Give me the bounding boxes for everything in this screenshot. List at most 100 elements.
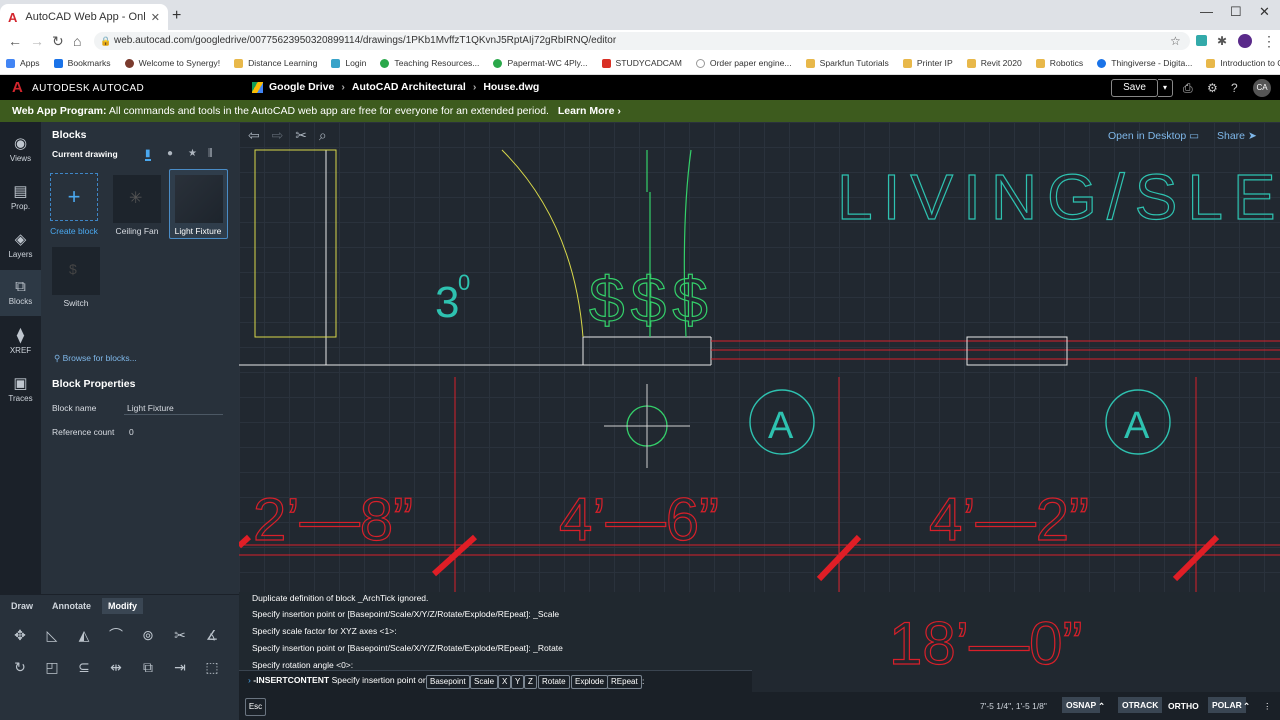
gear-icon[interactable]: ⚙ xyxy=(1207,81,1218,95)
scale-icon[interactable]: ◰ xyxy=(42,657,62,677)
option-explode[interactable]: Explode xyxy=(571,675,608,689)
extension-icon[interactable] xyxy=(1196,35,1207,46)
bookmark-item[interactable]: Printer IP xyxy=(902,58,953,68)
open-in-desktop-button[interactable]: Open in Desktop ▭ xyxy=(1108,130,1199,142)
history-line: Specify insertion point or [Basepoint/Sc… xyxy=(252,643,563,653)
polar-dropdown-icon[interactable]: ⌃ xyxy=(1243,701,1250,712)
option-repeat[interactable]: REpeat xyxy=(607,675,642,689)
home-icon[interactable]: ⌂ xyxy=(73,30,81,52)
block-name-value[interactable]: Light Fixture xyxy=(127,403,174,413)
rail-label: Prop. xyxy=(10,202,31,211)
ceiling-fan-tile[interactable]: ✳ xyxy=(113,175,161,223)
save-button[interactable]: Save xyxy=(1111,79,1158,97)
switch-icon: $ xyxy=(69,261,77,277)
ortho-toggle[interactable]: ORTHO xyxy=(1168,701,1199,711)
fillet-icon[interactable]: ⌒ xyxy=(106,625,126,645)
tab-modify[interactable]: Modify xyxy=(102,598,143,614)
avatar[interactable]: CA xyxy=(1253,79,1271,97)
bookmark-item[interactable]: Introduction to CA... xyxy=(1206,58,1280,68)
osnap-toggle[interactable]: OSNAP xyxy=(1062,697,1101,713)
polar-toggle[interactable]: POLAR xyxy=(1208,697,1246,713)
library-icon[interactable]: ⫼ xyxy=(208,148,213,159)
favorites-icon[interactable]: ★ xyxy=(188,148,197,159)
help-icon[interactable]: ? xyxy=(1231,81,1238,95)
extend-icon[interactable]: ∡ xyxy=(202,625,222,645)
mirror-icon[interactable]: ◭ xyxy=(74,625,94,645)
join-icon[interactable]: ⇹ xyxy=(106,657,126,677)
rail-xref[interactable]: ⧫ XREF xyxy=(0,318,41,364)
profile-avatar[interactable] xyxy=(1238,34,1252,48)
bookmark-item[interactable]: Teaching Resources... xyxy=(380,58,479,68)
option-basepoint[interactable]: Basepoint xyxy=(426,675,470,689)
recent-icon[interactable]: ● xyxy=(167,148,173,159)
bookmark-item[interactable]: Robotics xyxy=(1035,58,1083,68)
bookmark-item[interactable]: Sparkfun Tutorials xyxy=(805,58,889,68)
redo-icon[interactable]: ⇨ xyxy=(272,127,284,143)
break-icon[interactable]: ⇥ xyxy=(170,657,190,677)
option-z[interactable]: Z xyxy=(524,675,537,689)
new-tab-button[interactable]: + xyxy=(172,7,181,25)
switch-tile[interactable]: $ xyxy=(52,247,100,295)
bookmark-item[interactable]: STUDYCADCAM xyxy=(601,58,682,68)
breadcrumb-item[interactable]: Google Drive xyxy=(269,81,334,93)
option-x[interactable]: X xyxy=(498,675,512,689)
bookmark-item[interactable]: Welcome to Synergy! xyxy=(124,58,220,68)
bookmark-item[interactable]: Distance Learning xyxy=(234,58,317,68)
bookmark-item[interactable]: Apps xyxy=(6,58,40,68)
undo-icon[interactable]: ⇦ xyxy=(248,127,260,143)
rotate-icon[interactable]: ↻ xyxy=(10,657,30,677)
bookmark-item[interactable]: Order paper engine... xyxy=(695,58,792,68)
option-scale[interactable]: Scale xyxy=(470,675,499,689)
otrack-toggle[interactable]: OTRACK xyxy=(1118,697,1163,713)
rail-properties[interactable]: ▤ Prop. xyxy=(0,174,41,220)
close-window-icon[interactable]: ✕ xyxy=(1259,4,1270,20)
bookmark-item[interactable]: Papermat-WC 4Ply... xyxy=(493,58,588,68)
maximize-icon[interactable]: ☐ xyxy=(1230,4,1242,20)
rail-traces[interactable]: ▣ Traces xyxy=(0,366,41,412)
stretch-icon[interactable]: ◺ xyxy=(42,625,62,645)
osnap-dropdown-icon[interactable]: ⌃ xyxy=(1098,701,1105,712)
tab-annotate[interactable]: Annotate xyxy=(46,598,97,614)
option-y[interactable]: Y xyxy=(511,675,525,689)
save-dropdown-icon[interactable]: ▾ xyxy=(1158,79,1173,97)
url-input[interactable]: 🔒 web.autocad.com/googledrive/0077562395… xyxy=(94,32,1190,50)
bookmark-item[interactable]: Login xyxy=(331,58,366,68)
forward-icon[interactable]: → xyxy=(30,30,44,52)
rail-layers[interactable]: ◈ Layers xyxy=(0,222,41,268)
bookmark-item[interactable]: Revit 2020 xyxy=(966,58,1022,68)
drawing-canvas[interactable]: LIVING/SLEEPI 3 0 $$$ A A 2’—8” 4’—6” 4’… xyxy=(239,122,1280,592)
share-button[interactable]: Share ➤ xyxy=(1217,130,1257,142)
rail-views[interactable]: ◉ Views xyxy=(0,126,41,172)
minimize-icon[interactable]: — xyxy=(1200,4,1213,19)
star-icon[interactable]: ☆ xyxy=(1170,30,1181,52)
explode-icon[interactable]: ⬚ xyxy=(202,657,222,677)
bookmark-item[interactable]: Thingiverse - Digita... xyxy=(1097,58,1192,68)
trim-icon[interactable]: ✂ xyxy=(170,625,190,645)
create-block-button[interactable]: + xyxy=(50,173,98,221)
reload-icon[interactable]: ↻ xyxy=(52,30,64,52)
bookmark-item[interactable]: Bookmarks xyxy=(53,58,111,68)
back-icon[interactable]: ← xyxy=(8,30,22,52)
browser-tab[interactable]: A AutoCAD Web App - Online CAD ✕ xyxy=(0,4,168,30)
bookmark-label: Papermat-WC 4Ply... xyxy=(507,58,588,68)
offset-icon[interactable]: ⊆ xyxy=(74,657,94,677)
more-icon[interactable]: ⋮ xyxy=(1263,701,1272,712)
move-icon[interactable]: ✥ xyxy=(10,625,30,645)
banner-title: Web App Program: xyxy=(12,105,107,117)
array-icon[interactable]: ⊚ xyxy=(138,625,158,645)
learn-more-link[interactable]: Learn More › xyxy=(558,105,621,117)
browse-blocks-link[interactable]: ⚲ Browse for blocks... xyxy=(54,353,137,364)
copy-icon[interactable]: ⧉ xyxy=(138,657,158,677)
puzzle-icon[interactable]: ✱ xyxy=(1217,30,1227,52)
breadcrumb-item[interactable]: AutoCAD Architectural xyxy=(352,81,466,93)
tab-draw[interactable]: Draw xyxy=(5,598,39,614)
escape-button[interactable]: Esc xyxy=(245,698,266,716)
option-rotate[interactable]: Rotate xyxy=(538,675,570,689)
zoom-icon[interactable]: ⌕ xyxy=(319,127,327,143)
menu-icon[interactable]: ⋮ xyxy=(1262,30,1276,52)
trim-tool-icon[interactable]: ✂ xyxy=(295,127,307,143)
print-icon[interactable]: ⎙ xyxy=(1183,81,1193,96)
close-tab-icon[interactable]: ✕ xyxy=(151,11,160,24)
rail-blocks[interactable]: ⧉ Blocks xyxy=(0,270,41,316)
file-icon[interactable]: ▮ xyxy=(145,148,151,161)
